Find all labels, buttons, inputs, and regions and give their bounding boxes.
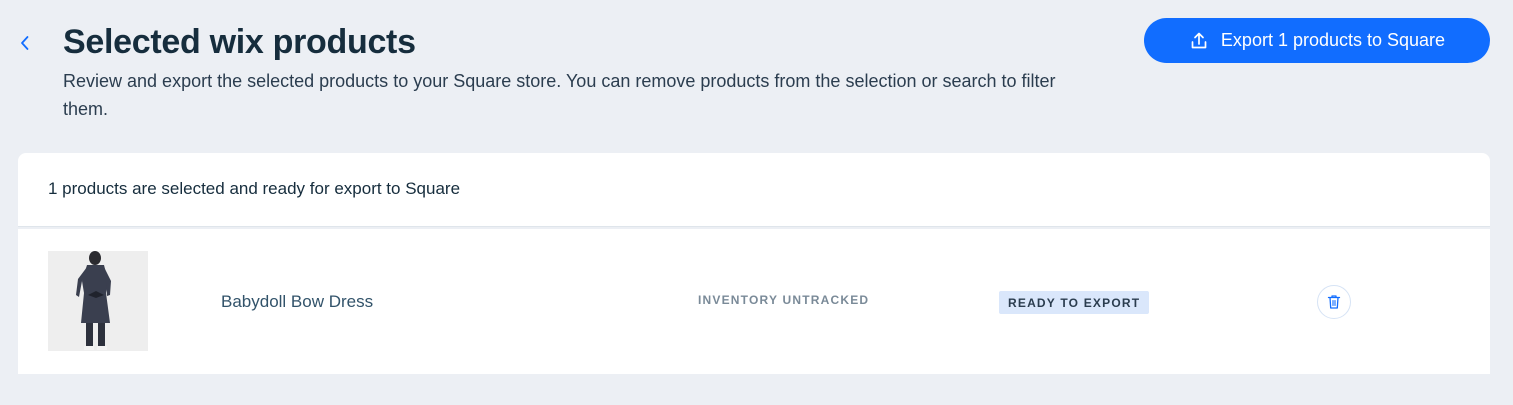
status-badge-label: READY TO EXPORT	[1008, 295, 1141, 310]
chevron-left-icon	[21, 36, 29, 50]
page-subtitle: Review and export the selected products …	[63, 71, 1056, 119]
table-row: Babydoll Bow Dress INVENTORY UNTRACKED R…	[18, 229, 1490, 374]
export-button-label: Export 1 products to Square	[1220, 30, 1446, 50]
export-products-button[interactable]: Export 1 products to Square	[1144, 18, 1490, 63]
inventory-status: INVENTORY UNTRACKED	[698, 293, 870, 307]
product-name: Babydoll Bow Dress	[221, 292, 374, 311]
selection-summary-text: 1 products are selected and ready for ex…	[48, 179, 461, 198]
dress-photo	[48, 251, 148, 351]
status-badge: READY TO EXPORT	[999, 291, 1150, 314]
back-button[interactable]	[12, 28, 38, 58]
page-title: Selected wix products	[63, 23, 416, 61]
trash-icon	[1327, 295, 1341, 309]
remove-product-button[interactable]	[1317, 285, 1351, 319]
upload-icon	[1191, 32, 1207, 48]
page: Selected wix products Review and export …	[0, 0, 1513, 405]
product-thumbnail	[48, 251, 148, 351]
selection-summary-card: 1 products are selected and ready for ex…	[18, 153, 1490, 227]
